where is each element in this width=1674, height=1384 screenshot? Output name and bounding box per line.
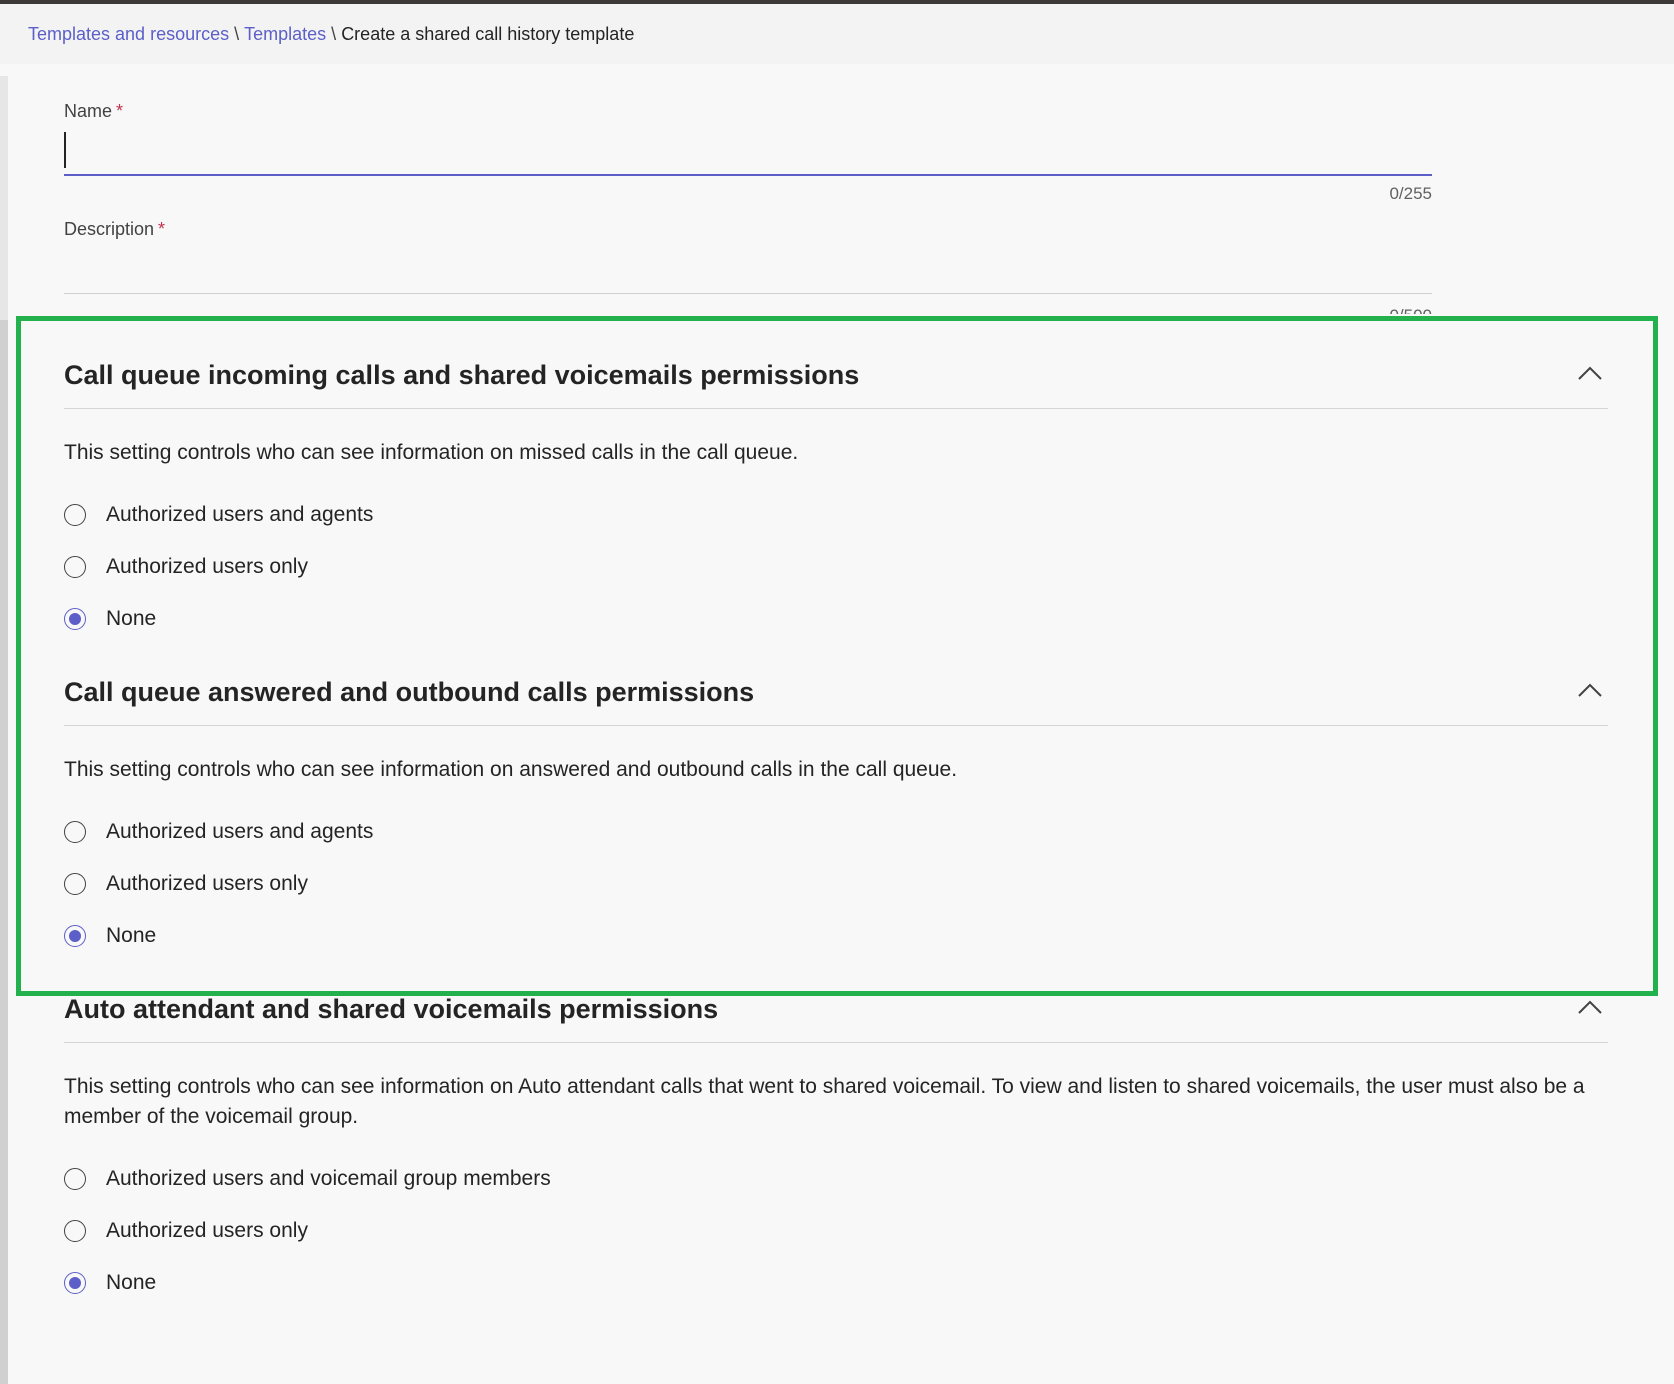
section-title: Call queue answered and outbound calls p… (64, 677, 755, 707)
radio-label: Authorized users and voicemail group mem… (106, 1167, 551, 1190)
radio-button-selected[interactable] (64, 925, 86, 947)
name-char-counter: 0/255 (1389, 184, 1432, 203)
description-char-counter: 0/500 (1232, 306, 1432, 314)
radio-none[interactable]: None (64, 1266, 156, 1300)
radio-button[interactable] (64, 1220, 86, 1242)
radio-label: Authorized users only (106, 872, 308, 895)
chevron-up-icon (1578, 1000, 1602, 1014)
breadcrumb-templates[interactable]: Templates (244, 24, 326, 44)
required-asterisk: * (158, 219, 166, 239)
chevron-up-icon (1578, 366, 1602, 380)
required-asterisk: * (116, 101, 124, 121)
section-header: Auto attendant and shared voicemails per… (64, 986, 1608, 1043)
radio-authorized-users-only[interactable]: Authorized users only (64, 867, 308, 901)
section-call-queue-incoming: Call queue incoming calls and shared voi… (64, 352, 1608, 630)
breadcrumb-separator: \ (234, 24, 240, 44)
collapse-section-button[interactable] (1572, 990, 1608, 1026)
breadcrumb: Templates and resources \ Templates \ Create… (28, 24, 634, 45)
section-title: Auto attendant and shared voicemails per… (64, 994, 719, 1024)
breadcrumb-separator: \ (331, 24, 337, 44)
text-cursor (64, 132, 66, 168)
section-header: Call queue incoming calls and shared voi… (64, 352, 1608, 409)
radio-button-selected[interactable] (64, 608, 86, 630)
radio-none[interactable]: None (64, 602, 156, 636)
radio-authorized-users-only[interactable]: Authorized users only (64, 1214, 308, 1248)
radio-label: Authorized users only (106, 1219, 308, 1242)
radio-authorized-users-and-voicemail-group-members[interactable]: Authorized users and voicemail group mem… (64, 1162, 551, 1196)
radio-button[interactable] (64, 556, 86, 578)
section-description: This setting controls who can see inform… (64, 441, 799, 464)
radio-label: Authorized users and agents (106, 503, 374, 526)
breadcrumb-bar: Templates and resources \ Templates \ Create… (0, 4, 1674, 64)
radio-label: Authorized users only (106, 555, 308, 578)
radio-authorized-users-and-agents[interactable]: Authorized users and agents (64, 815, 373, 849)
breadcrumb-current-page: Create a shared call history template (341, 24, 635, 44)
section-title: Call queue incoming calls and shared voi… (64, 360, 860, 390)
radio-authorized-users-and-agents[interactable]: Authorized users and agents (64, 498, 373, 532)
description-input[interactable] (64, 246, 1432, 294)
section-header: Call queue answered and outbound calls p… (64, 669, 1608, 726)
page-scrollbar-track[interactable] (0, 76, 8, 1384)
collapse-section-button[interactable] (1572, 673, 1608, 709)
page-scrollbar-thumb[interactable] (0, 320, 8, 1384)
radio-label: None (106, 607, 157, 630)
name-input[interactable] (64, 128, 1432, 176)
breadcrumb-templates-and-resources[interactable]: Templates and resources (28, 24, 229, 44)
radio-label: None (106, 1271, 157, 1294)
radio-label: None (106, 924, 157, 947)
radio-button-selected[interactable] (64, 1272, 86, 1294)
section-description: This setting controls who can see inform… (64, 1075, 1585, 1128)
description-counter-clip: 0/500 (1232, 296, 1432, 314)
section-description: This setting controls who can see inform… (64, 758, 958, 781)
description-label: Description * (64, 219, 165, 240)
chevron-up-icon (1578, 683, 1602, 697)
radio-none[interactable]: None (64, 919, 156, 953)
radio-button[interactable] (64, 504, 86, 526)
radio-authorized-users-only[interactable]: Authorized users only (64, 550, 308, 584)
section-auto-attendant-voicemails: Auto attendant and shared voicemails per… (64, 986, 1608, 1294)
name-label-text: Name (64, 101, 113, 121)
radio-label: Authorized users and agents (106, 820, 374, 843)
radio-button[interactable] (64, 873, 86, 895)
description-label-text: Description (64, 219, 155, 239)
radio-button[interactable] (64, 1168, 86, 1190)
radio-button[interactable] (64, 821, 86, 843)
name-label: Name * (64, 101, 123, 122)
collapse-section-button[interactable] (1572, 356, 1608, 392)
section-call-queue-answered-outbound: Call queue answered and outbound calls p… (64, 669, 1608, 947)
